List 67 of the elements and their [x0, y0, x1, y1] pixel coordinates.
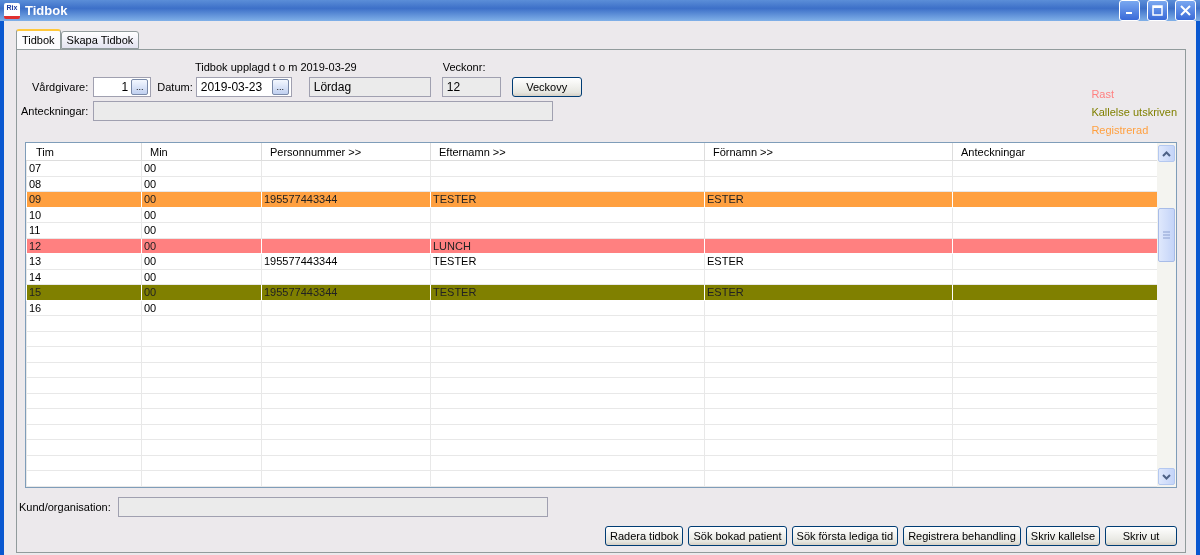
grip-icon	[1163, 231, 1170, 239]
maximize-icon	[1152, 5, 1163, 16]
week-view-button[interactable]: Veckovy	[511, 77, 582, 97]
table-cell: 195577443344	[261, 192, 430, 208]
legend-label: Registrerad	[1091, 124, 1150, 136]
tab[interactable]: Skapa Tidbok	[60, 31, 140, 49]
notes-label: Anteckningar:	[21, 105, 89, 117]
column-header[interactable]: Min	[141, 143, 261, 160]
table-cell: 00	[141, 192, 261, 208]
scrollbar-thumb[interactable]	[1158, 208, 1175, 262]
week-label: Veckonr:	[442, 61, 486, 73]
table-cell: TESTER	[430, 254, 704, 270]
legend-label: Rast	[1091, 88, 1116, 100]
table-cell: 00	[141, 161, 261, 177]
table-cell: 11	[26, 223, 141, 239]
date-label: Datum:	[157, 81, 193, 93]
column-header[interactable]: Tim	[26, 143, 141, 160]
column-header[interactable]: Förnamn >>	[704, 143, 952, 160]
table-cell: 16	[26, 300, 141, 316]
table-cell: 12	[26, 238, 141, 254]
table-cell: 13	[26, 254, 141, 270]
action-button[interactable]: Sök bokad patient	[688, 526, 787, 546]
date-value: 2019-03-23	[200, 80, 264, 94]
booking-caption: Tidbok upplagd t o m 2019-03-29	[195, 61, 357, 73]
chevron-up-icon	[1162, 150, 1171, 157]
table-cell: 09	[26, 192, 141, 208]
table-cell: ESTER	[704, 285, 952, 301]
table-cell: ESTER	[704, 254, 952, 270]
table-cell: 00	[141, 300, 261, 316]
date-field[interactable]: 2019-03-23 ...	[195, 77, 292, 97]
scroll-up-button[interactable]	[1158, 145, 1175, 162]
table-cell: TESTER	[430, 192, 704, 208]
caregiver-label: Vårdgivare:	[32, 81, 89, 93]
close-icon	[1180, 5, 1191, 16]
table-cell: 10	[26, 207, 141, 223]
picker-button[interactable]: ...	[131, 79, 149, 95]
caregiver-value: 1	[121, 80, 129, 94]
table-cell: ESTER	[704, 192, 952, 208]
tab[interactable]: Tidbok	[16, 29, 61, 49]
legend-label: Kallelse utskriven	[1091, 106, 1177, 118]
scroll-down-button[interactable]	[1158, 468, 1175, 485]
table-cell: 00	[141, 223, 261, 239]
table-cell: 00	[141, 285, 261, 301]
table-cell: 15	[26, 285, 141, 301]
caregiver-field[interactable]: 1 ...	[93, 77, 152, 97]
picker-button[interactable]: ...	[271, 79, 289, 95]
action-button[interactable]: Sök första lediga tid	[791, 526, 899, 546]
close-button[interactable]	[1175, 0, 1196, 21]
table-cell: 07	[26, 161, 141, 177]
action-button[interactable]: Radera tidbok	[604, 526, 684, 546]
table-cell: 00	[141, 207, 261, 223]
chevron-down-icon	[1162, 473, 1171, 480]
maximize-button[interactable]	[1147, 0, 1168, 21]
table-cell: 195577443344	[261, 285, 430, 301]
customer-label: Kund/organisation:	[19, 501, 111, 513]
column-header[interactable]: Personnummer >>	[261, 143, 430, 160]
table-cell: 195577443344	[261, 254, 430, 270]
table-cell: 00	[141, 254, 261, 270]
table-cell: 00	[141, 238, 261, 254]
window-title: Tidbok	[25, 3, 69, 18]
table-cell: LUNCH	[430, 238, 704, 254]
action-button[interactable]: Registrera behandling	[903, 526, 1021, 546]
action-button[interactable]: Skriv kallelse	[1025, 526, 1100, 546]
minimize-button[interactable]	[1119, 0, 1140, 21]
table-cell: TESTER	[430, 285, 704, 301]
action-button[interactable]: Skriv ut	[1105, 526, 1177, 546]
column-header[interactable]: Efternamn >>	[430, 143, 704, 160]
